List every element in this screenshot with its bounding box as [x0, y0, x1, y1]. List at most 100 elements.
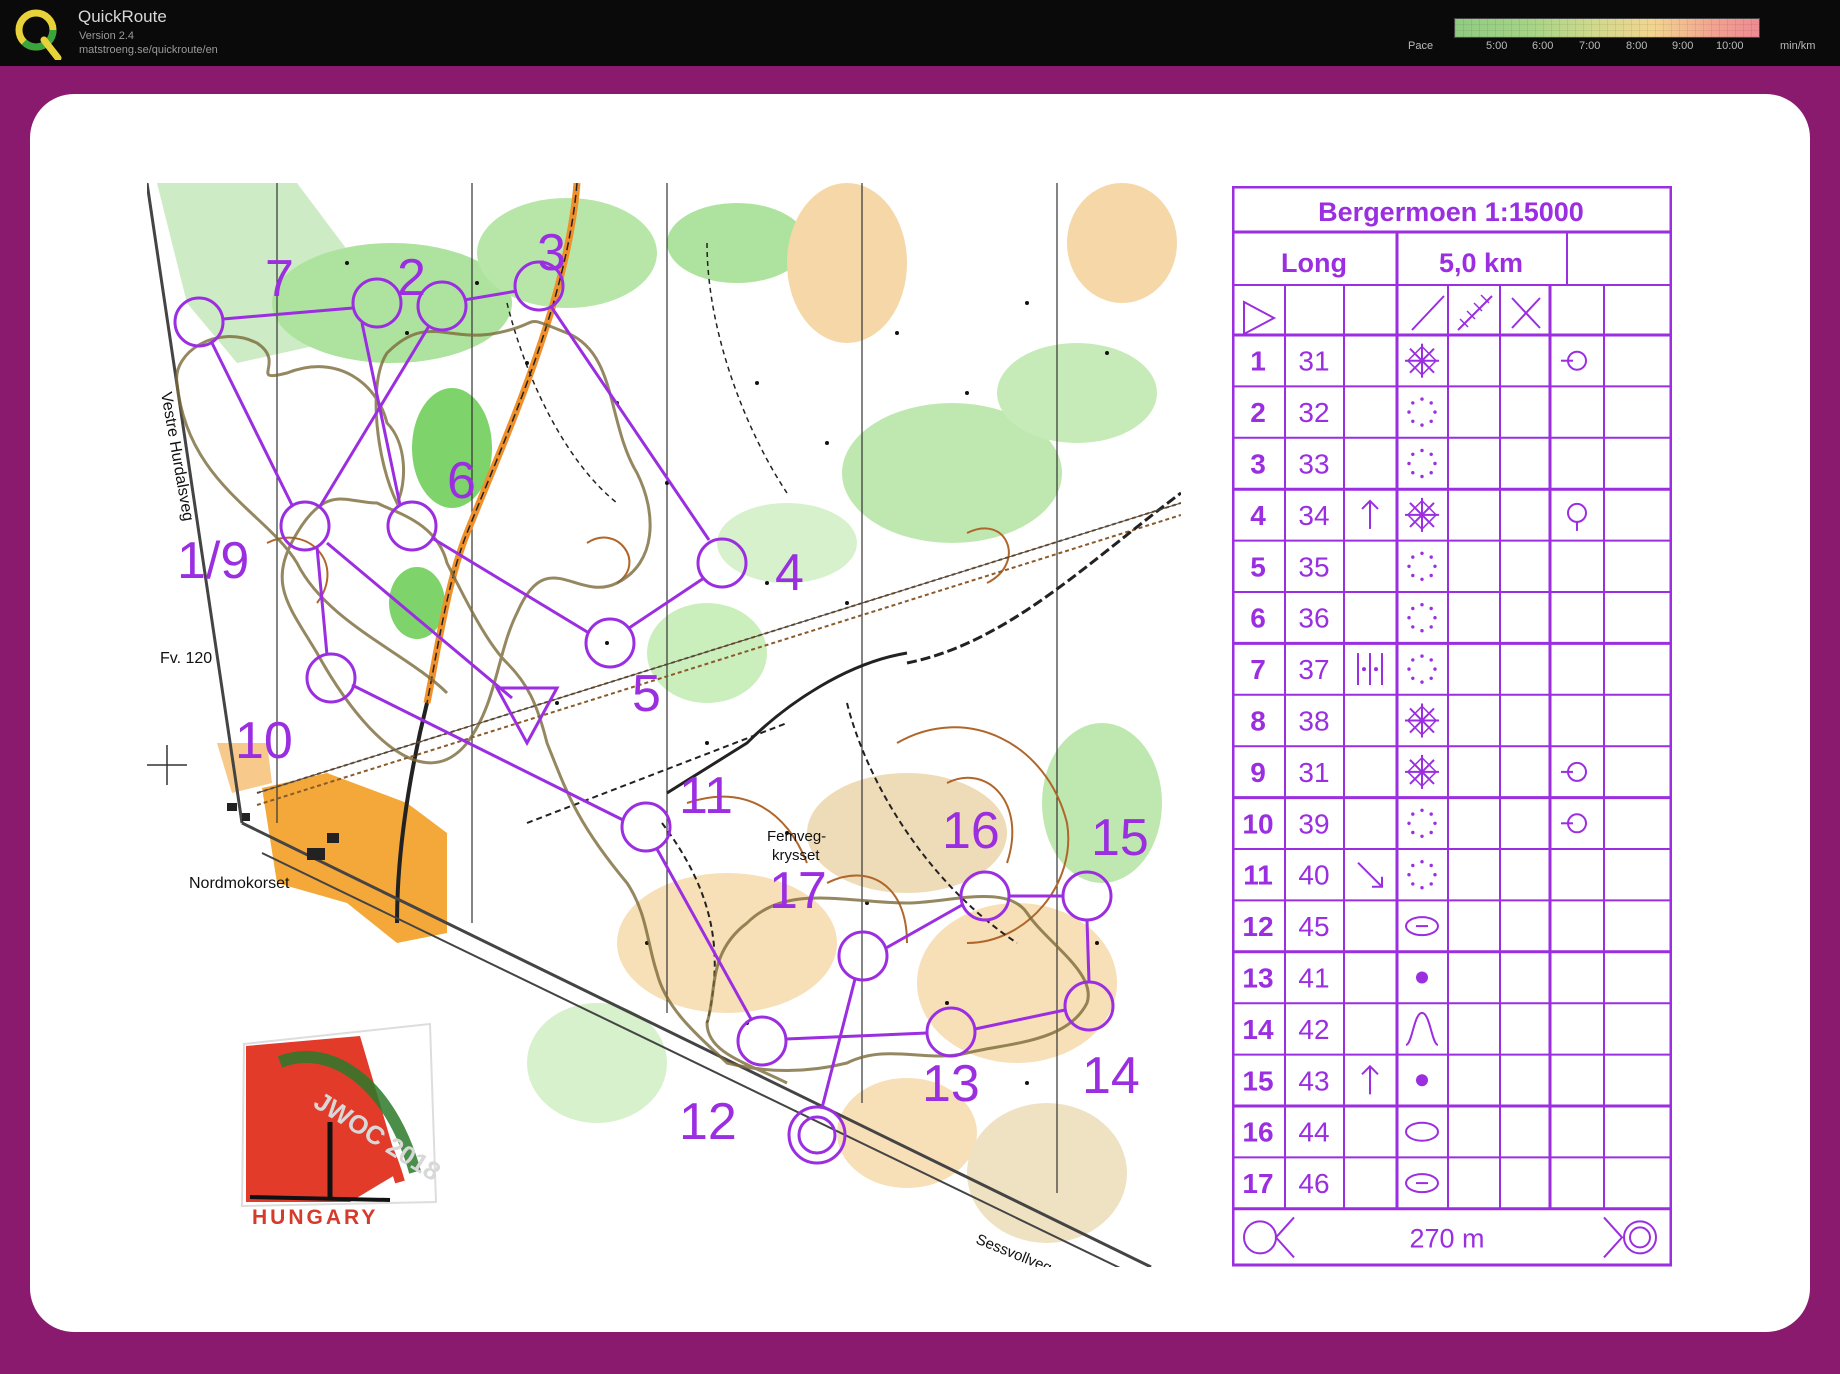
control-row-number: 2 [1250, 397, 1266, 428]
place-name: Nordmokorset [189, 875, 290, 892]
depression-icon [1420, 860, 1424, 864]
depression-icon [1429, 573, 1433, 578]
depression-icon [1420, 654, 1424, 658]
pace-tick: 9:00 [1672, 40, 1694, 52]
control-number-1-9: 1/9 [177, 532, 249, 590]
depression-icon [1429, 812, 1433, 816]
depression-icon [1411, 419, 1415, 423]
control-row-number: 11 [1243, 860, 1273, 891]
control-row-number: 1 [1250, 346, 1266, 377]
depression-icon [1407, 667, 1411, 671]
depression-icon [1411, 470, 1415, 475]
depression-icon [1429, 830, 1433, 835]
depression-icon [1407, 461, 1411, 466]
control-number-6: 6 [447, 452, 476, 510]
loop-down-icon [1567, 502, 1587, 523]
control-row: 15 43 [1242, 1064, 1428, 1096]
depression-icon [1407, 873, 1411, 877]
control-row-code: 45 [1298, 911, 1329, 942]
depression-icon [1411, 452, 1415, 457]
depression-icon [1433, 821, 1437, 825]
pace-tick: 10:00 [1716, 40, 1744, 52]
depression-icon [1433, 667, 1437, 671]
depression-icon [1411, 676, 1415, 680]
control-row: 16 44 [1242, 1117, 1439, 1148]
control-row-code: 42 [1298, 1014, 1329, 1045]
control-row-code: 39 [1298, 808, 1329, 839]
depression-icon [1411, 401, 1415, 405]
depression-icon [1407, 410, 1411, 414]
control-row-code: 33 [1298, 449, 1329, 480]
control-row-code: 37 [1298, 654, 1329, 685]
depression-icon [1420, 680, 1424, 684]
finish-outer [787, 1105, 847, 1165]
depression-icon [1433, 461, 1437, 466]
place-name: Fv. 120 [160, 650, 212, 667]
finish-to-icon [1603, 1216, 1624, 1259]
control-number-13: 13 [922, 1055, 980, 1113]
control-row-code: 40 [1298, 860, 1329, 891]
depression-icon [1433, 410, 1437, 414]
app-header: QuickRoute Version 2.4 matstroeng.se/qui… [0, 0, 1840, 66]
depression-icon [1429, 401, 1433, 405]
control-number-7: 7 [265, 250, 294, 308]
control-row: 10 39 [1242, 808, 1587, 839]
place-name: krysset [772, 847, 820, 864]
depression-icon [1429, 625, 1433, 629]
depression-icon [1411, 882, 1415, 886]
quickroute-logo-icon [15, 9, 62, 60]
depression-icon [1420, 808, 1424, 812]
control-row-number: 5 [1250, 551, 1266, 582]
control-row-number: 9 [1250, 757, 1266, 788]
control-row: 12 45 [1242, 911, 1439, 942]
depression-icon [1411, 830, 1415, 835]
control-row-number: 16 [1242, 1117, 1273, 1148]
depression-icon [1429, 419, 1433, 423]
control-row-number: 8 [1250, 706, 1266, 737]
depression-icon [1407, 564, 1411, 568]
depression-icon [1429, 882, 1433, 886]
control-row-number: 14 [1242, 1014, 1274, 1045]
control-row: 13 41 [1242, 963, 1428, 994]
place-name: Femveg- [767, 828, 826, 845]
depression-icon [1420, 603, 1424, 607]
control-number-2: 2 [397, 249, 426, 307]
start-triangle-icon [1243, 300, 1277, 336]
depression-icon [1420, 448, 1424, 453]
depression-icon [1429, 470, 1433, 475]
crosshair-icon [147, 745, 187, 785]
control-number-10: 10 [235, 712, 293, 770]
control-row-code: 46 [1298, 1168, 1329, 1199]
control-row-code: 44 [1298, 1117, 1329, 1148]
control-row-code: 38 [1298, 706, 1329, 737]
depression-icon [1420, 397, 1424, 401]
depression-icon [1420, 423, 1424, 427]
control-number-4: 4 [775, 544, 804, 602]
control-row-code: 31 [1298, 757, 1329, 788]
control-row-number: 10 [1242, 808, 1273, 839]
depression-icon [1429, 863, 1433, 868]
jwoc-hungary-logo: JWOC 2018 HUNGARY [240, 1022, 440, 1228]
app-url[interactable]: matstroeng.se/quickroute/en [79, 44, 218, 56]
control-row: 17 46 [1242, 1168, 1439, 1199]
control-number-11: 11 [679, 767, 733, 825]
depression-icon [1420, 834, 1424, 838]
control-row-number: 17 [1242, 1168, 1273, 1199]
knoll-dot-icon [1416, 971, 1428, 984]
control-row-number: 12 [1242, 911, 1273, 942]
control-description-sheet[interactable]: Bergermoen 1:15000Long 5,0 km1 312 323 334 34… [1232, 186, 1672, 1268]
control-number-17: 17 [769, 862, 827, 920]
control-row-code: 35 [1298, 551, 1329, 582]
depression-icon [1433, 616, 1437, 620]
depression-icon [1433, 873, 1437, 877]
control-row-number: 15 [1242, 1065, 1273, 1096]
depression-icon [1411, 606, 1415, 611]
control-number-16: 16 [942, 802, 1000, 860]
depression-icon [1420, 474, 1424, 479]
depression-icon [1433, 564, 1437, 568]
depression-icon [1411, 573, 1415, 578]
depression-icon [1420, 551, 1424, 555]
control-row-code: 41 [1298, 963, 1329, 994]
oval-icon [1405, 1121, 1439, 1142]
depression-icon [1420, 886, 1424, 890]
